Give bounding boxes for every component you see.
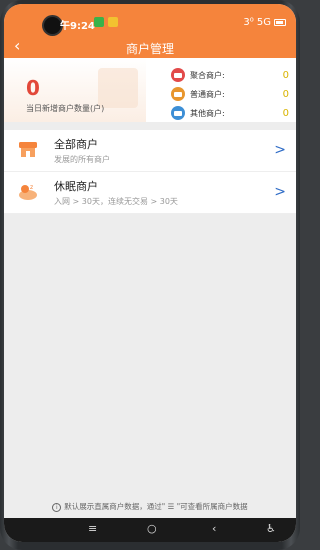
merchant-type-normal: 普通商户: 0 [171,86,289,102]
list-item-title: 休眠商户 [54,180,98,193]
camera-hole [44,17,61,34]
type-value: 0 [282,69,289,81]
battery-icon [274,19,286,26]
merchant-list: 全部商户 发展的所有商户 > z 休眠商户 入网 > 30天，连续无交易 > 3… [4,130,296,214]
footer-note: i 默认展示直属商户数据，通过" ☰ "可查看所属商户数据 [4,501,296,512]
merchant-type-other: 其他商户: 0 [171,105,289,121]
list-item-title: 全部商户 [54,138,98,151]
list-item-all-merchants[interactable]: 全部商户 发展的所有商户 > [4,130,296,172]
decor-shape [98,68,138,108]
status-right: 3⁰ 5G [243,17,286,28]
type-value: 0 [282,88,289,100]
phone-frame: 午9:24 3⁰ 5G ‹ 商户管理 0 当日新增商户数量(户) 聚合商户: 0 [0,0,300,550]
chevron-right-icon: > [274,184,286,200]
menu-nav-button[interactable]: ≡ [88,522,97,535]
stats-card: 0 当日新增商户数量(户) 聚合商户: 0 普通商户: 0 其他商户: 0 [4,58,296,122]
screen: 午9:24 3⁰ 5G ‹ 商户管理 0 当日新增商户数量(户) 聚合商户: 0 [4,4,296,542]
notification-icon [108,17,118,27]
page-title: 商户管理 [125,42,174,56]
new-merchant-label: 当日新增商户数量(户) [26,104,105,113]
aggregate-merchant-icon [171,68,185,82]
svg-text:z: z [30,184,33,191]
new-merchant-count: 0 [26,76,40,100]
header-bar: 午9:24 3⁰ 5G ‹ 商户管理 [4,4,296,58]
other-merchant-icon [171,106,185,120]
footer-text: 默认展示直属商户数据，通过" ☰ "可查看所属商户数据 [64,502,248,511]
list-item-dormant-merchants[interactable]: z 休眠商户 入网 > 30天，连续无交易 > 30天 > [4,172,296,214]
normal-merchant-icon [171,87,185,101]
new-merchant-panel: 0 当日新增商户数量(户) [4,58,146,122]
list-item-subtitle: 发展的所有商户 [54,155,110,164]
status-time: 午9:24 [60,21,95,32]
back-nav-button[interactable]: ‹ [212,522,216,535]
type-value: 0 [282,107,289,119]
notification-icon [94,17,104,27]
type-label: 普通商户: [190,89,225,99]
accessibility-nav-button[interactable]: ♿ [266,522,276,535]
sleep-icon: z [19,184,37,200]
home-nav-button[interactable]: ○ [147,522,157,535]
chevron-right-icon: > [274,142,286,158]
system-nav-bar: ≡ ○ ‹ ♿ [4,518,296,542]
list-item-subtitle: 入网 > 30天，连续无交易 > 30天 [54,197,178,206]
store-icon [19,142,37,157]
type-label: 聚合商户: [190,70,225,80]
merchant-type-aggregate: 聚合商户: 0 [171,67,289,83]
info-icon: i [52,502,62,512]
signal-text: 3⁰ 5G [243,17,271,28]
type-label: 其他商户: [190,108,225,118]
